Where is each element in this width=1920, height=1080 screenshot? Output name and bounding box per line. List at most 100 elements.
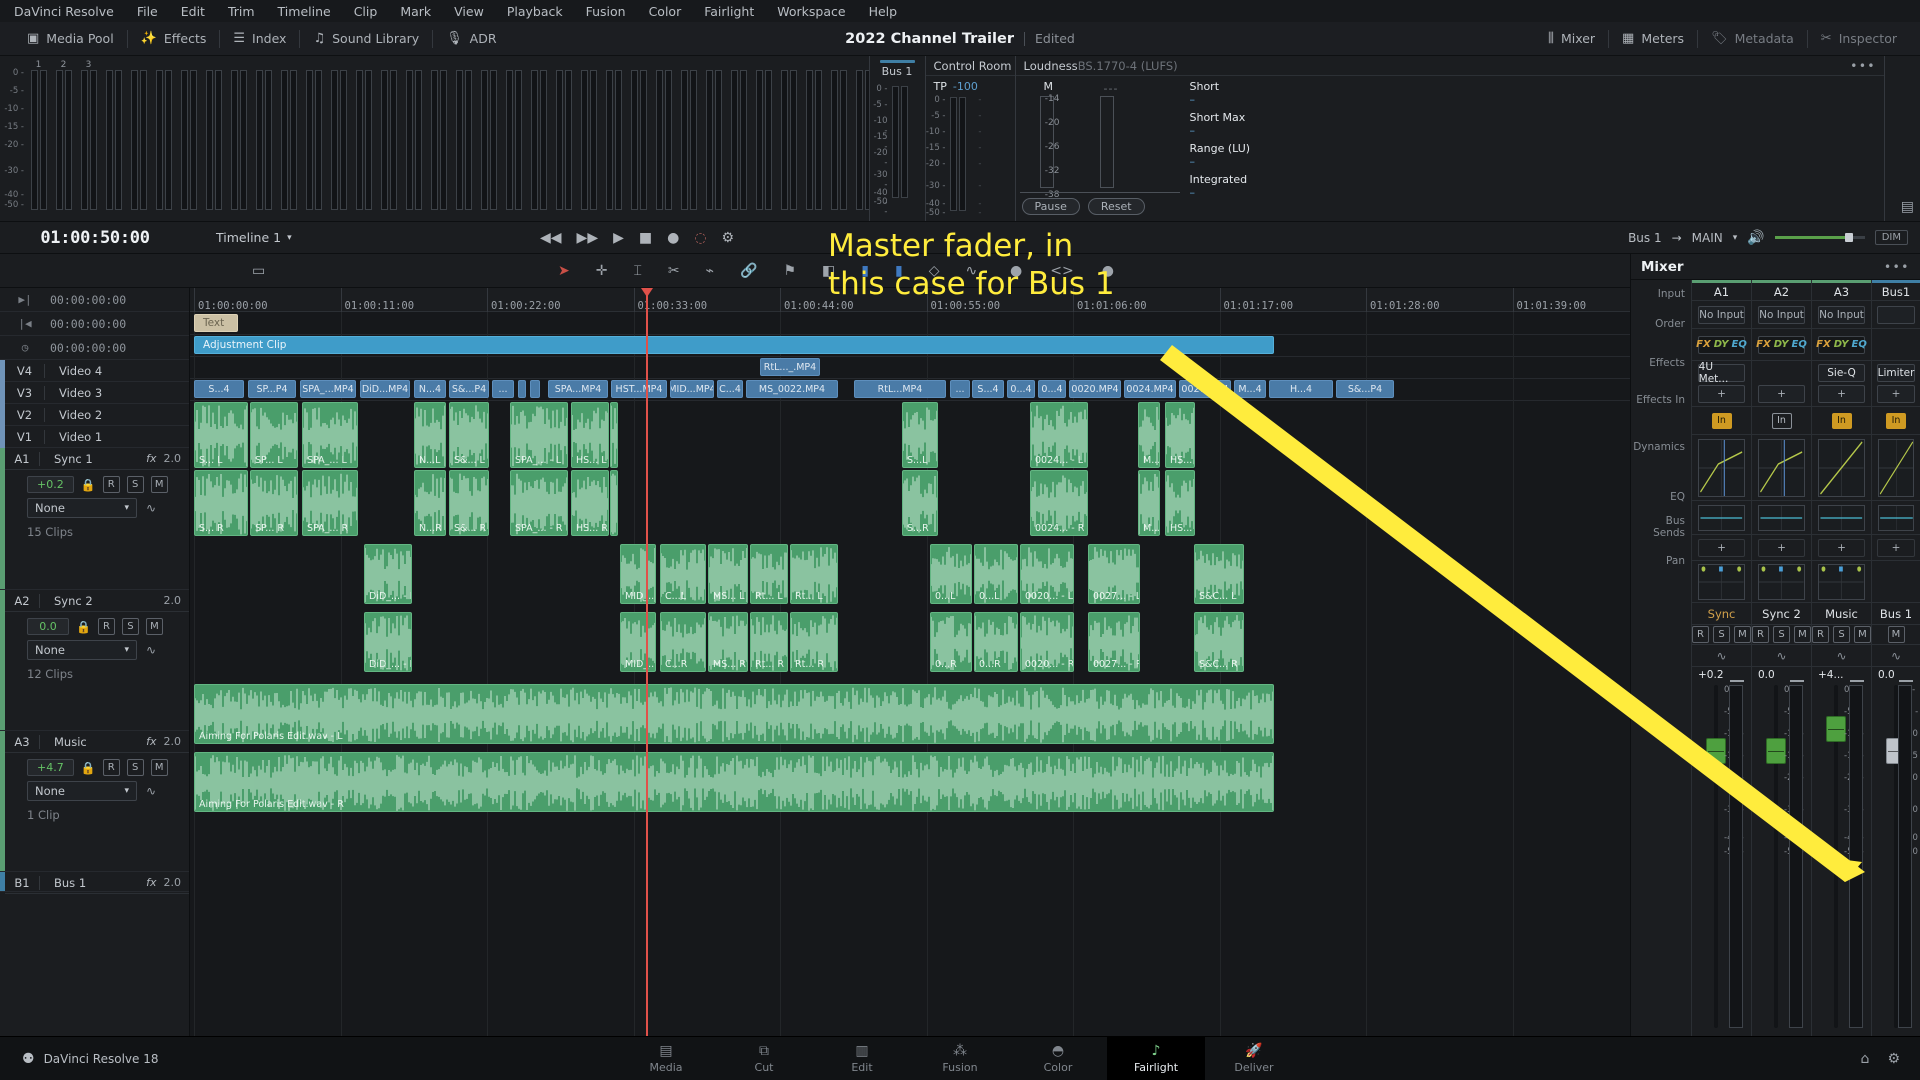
timecode-value[interactable]: 00:00:00:00 (50, 317, 126, 331)
loudness-pause-button[interactable]: Pause (1021, 198, 1080, 215)
a2-clip-left[interactable]: Rt... L (750, 544, 788, 604)
a1-clip-right[interactable]: 0024... - R (1030, 470, 1088, 536)
channel-order-display[interactable]: FX DY EQ (1756, 335, 1807, 354)
channel-pan-graph[interactable] (1818, 563, 1865, 600)
v1-clip[interactable]: 0...4 (1007, 380, 1035, 398)
channel-automation-button[interactable]: ∿ (1692, 645, 1751, 667)
toolbar-button-media-pool[interactable]: ▣ Media Pool (14, 22, 127, 56)
channel-record-arm-button[interactable]: R (1692, 626, 1709, 643)
channel-eq-graph[interactable] (1758, 504, 1805, 531)
channel-eq-graph[interactable] (1877, 504, 1915, 531)
v1-clip[interactable]: H...4 (1269, 380, 1333, 398)
waveform-icon[interactable]: ∿ (966, 263, 978, 279)
channel-fader-track[interactable] (1714, 685, 1718, 1028)
menu-item-playback[interactable]: Playback (507, 4, 563, 19)
solo-button[interactable]: S (121, 618, 139, 635)
timeline-selector[interactable]: Timeline 1 ▾ (216, 230, 292, 245)
channel-pan-graph[interactable] (1698, 563, 1745, 600)
v1-clip[interactable]: SPA_...MP4 (300, 380, 356, 398)
channel-record-arm-button[interactable]: R (1752, 626, 1769, 643)
a1-clip-left[interactable] (610, 402, 618, 468)
menu-item-fusion[interactable]: Fusion (586, 4, 626, 19)
marker-icon[interactable]: ◧ (822, 263, 835, 279)
record-icon[interactable]: ● (667, 230, 679, 246)
lock-icon[interactable]: 🔒 (76, 620, 91, 634)
track-gain-field[interactable]: 0.0 (27, 618, 69, 635)
channel-fader-track[interactable] (1774, 685, 1778, 1028)
ellipsis-icon[interactable]: ••• (1884, 260, 1910, 274)
v1-clip[interactable]: 0020.MP4 (1069, 380, 1121, 398)
channel-order-display[interactable]: FX DY EQ (1816, 335, 1867, 354)
v1-clip[interactable]: 0...4 (1038, 380, 1066, 398)
menu-item-davinci-resolve[interactable]: DaVinci Resolve (14, 4, 114, 19)
a1-clip-right[interactable]: S... R (194, 470, 248, 536)
toolbar-button-index[interactable]: ☰ Index (220, 22, 299, 56)
toolbar-button-metadata[interactable]: 🏷 Metadata (1698, 22, 1807, 56)
a1-clip-right[interactable]: SPA_... - R (510, 470, 568, 536)
channel-name-label[interactable]: Bus 1 (1872, 603, 1920, 625)
v1-clip[interactable]: S&...P4 (449, 380, 489, 398)
channel-fader-handle[interactable] (1766, 738, 1786, 765)
toolbar-button-mixer[interactable]: ⫼ Mixer (1535, 22, 1608, 56)
v1-clip[interactable]: SPA...MP4 (548, 380, 608, 398)
channel-add-bus-send-button[interactable]: + (1757, 538, 1806, 557)
chevron-down-icon[interactable]: ▾ (1733, 233, 1738, 243)
mute-button[interactable]: M (145, 618, 163, 635)
track-fx-indicator[interactable]: fx (146, 452, 163, 465)
channel-input-select[interactable] (1877, 305, 1915, 324)
track-height-handle[interactable]: ● (1102, 263, 1114, 279)
clock-icon[interactable]: ◷ (0, 341, 50, 354)
channel-mute-button[interactable]: M (1734, 626, 1751, 643)
video-track-header-v2[interactable]: V2 Video 2 (0, 403, 189, 426)
a2-clip-left[interactable]: Rt... L (790, 544, 838, 604)
v1-clip[interactable]: ... (950, 380, 970, 398)
mixer-channel-a3[interactable]: A3 No Input FX DY EQ Sie-Q + In + Music R S M ∿ +4... 0… (1811, 280, 1871, 1036)
a2-clip-right[interactable]: 0...R (930, 612, 972, 672)
channel-dynamics-graph[interactable] (1758, 438, 1805, 497)
automation-curve-icon[interactable]: ∿ (146, 784, 156, 798)
page-button-deliver[interactable]: 🚀 Deliver (1205, 1037, 1303, 1080)
channel-eq-graph[interactable] (1818, 504, 1865, 531)
a1-clip-right[interactable]: SPA_... R (302, 470, 358, 536)
video-track-header-v3[interactable]: V3 Video 3 (0, 381, 189, 404)
mixer-channel-bus1[interactable]: Bus1 Limiter + In + Bus 1M ∿0.00 --5 --10 --15… (1871, 280, 1920, 1036)
text-clip[interactable]: Text (194, 314, 238, 332)
track-format-select[interactable]: None ▾ (27, 498, 137, 518)
v1-clip[interactable]: RtL...MP4 (854, 380, 946, 398)
channel-fader-handle[interactable] (1826, 715, 1846, 742)
channel-effects-in-toggle[interactable]: In (1831, 412, 1852, 429)
a2-clip-left[interactable]: 0027... - L (1088, 544, 1140, 604)
ellipsis-icon[interactable]: ••• (1850, 59, 1876, 73)
channel-add-bus-send-button[interactable]: + (1817, 538, 1866, 557)
channel-name-label[interactable]: Music (1812, 603, 1871, 625)
output-bus-label[interactable]: Bus 1 (1628, 231, 1662, 245)
channel-order-display[interactable]: FX DY EQ (1696, 335, 1747, 354)
channel-input-select[interactable]: No Input (1697, 305, 1746, 324)
menu-item-color[interactable]: Color (649, 4, 682, 19)
v1-clip[interactable]: 0024.MP4 (1124, 380, 1176, 398)
v1-clip[interactable]: SP...P4 (248, 380, 296, 398)
channel-add-effect-button[interactable]: + (1757, 385, 1806, 403)
v1-clip[interactable]: HST...MP4 (611, 380, 667, 398)
range-tool-icon[interactable]: ⌶ (633, 263, 641, 279)
a2-clip-right[interactable]: 0...R (974, 612, 1018, 672)
video-track-header-v1[interactable]: V1 Video 1 (0, 425, 189, 448)
channel-effect-slot[interactable]: Sie-Q (1817, 364, 1866, 382)
channel-solo-button[interactable]: S (1713, 626, 1730, 643)
solo-button[interactable]: S (126, 759, 144, 776)
razor-tool-icon[interactable]: ✂ (668, 263, 680, 279)
a2-clip-right[interactable]: MS... R (708, 612, 748, 672)
a2-clip-right[interactable]: DiD_... - R (364, 612, 412, 672)
v1-clip[interactable]: N...4 (414, 380, 446, 398)
a1-clip-right[interactable]: M...R (1138, 470, 1160, 536)
channel-solo-button[interactable]: S (1773, 626, 1790, 643)
a1-clip-left[interactable]: M...L (1138, 402, 1160, 468)
menu-item-view[interactable]: View (454, 4, 484, 19)
channel-name-label[interactable]: Sync 2 (1752, 603, 1811, 625)
channel-add-bus-send-button[interactable]: + (1697, 538, 1746, 557)
channel-fader-handle[interactable] (1706, 738, 1726, 765)
a1-clip-left[interactable]: SPA_... - L (510, 402, 568, 468)
channel-dynamics-graph[interactable] (1698, 438, 1745, 497)
channel-eq-graph[interactable] (1698, 504, 1745, 531)
channel-name-label[interactable]: Sync (1692, 603, 1751, 625)
